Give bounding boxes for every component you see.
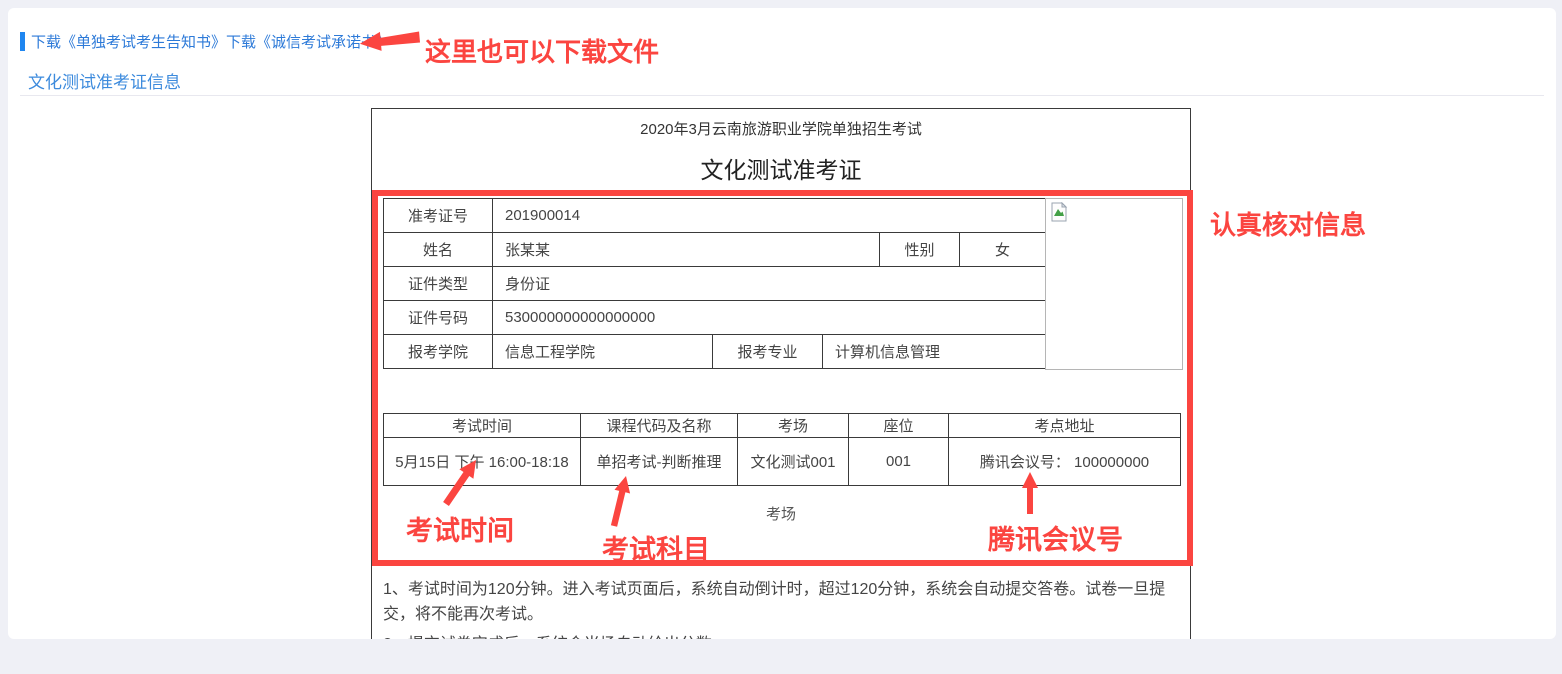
exam-time-annotation: 考试时间 [406, 509, 514, 548]
table-row: 准考证号 201900014 [384, 199, 1046, 233]
broken-image-icon [1049, 202, 1069, 222]
site-value: 腾讯会议号： 100000000 [949, 438, 1181, 486]
verify-info-annotation: 认真核对信息 [1210, 205, 1366, 242]
major-value: 计算机信息管理 [823, 335, 1046, 369]
room-value: 文化测试001 [738, 438, 849, 486]
college-label: 报考学院 [384, 335, 493, 369]
ticket-title: 文化测试准考证 [372, 151, 1190, 185]
name-label: 姓名 [384, 233, 493, 267]
up-arrow-icon [1018, 470, 1042, 521]
id-type-value: 身份证 [493, 267, 1046, 301]
candidate-info-table: 准考证号 201900014 姓名 张某某 性别 女 证件类型 身份证 证件号码… [383, 198, 1046, 369]
name-value: 张某某 [493, 233, 880, 267]
admission-ticket-card: 2020年3月云南旅游职业学院单独招生考试 文化测试准考证 准考证号 20190… [371, 108, 1191, 639]
table-row: 证件类型 身份证 [384, 267, 1046, 301]
course-header: 课程代码及名称 [581, 414, 738, 438]
id-type-label: 证件类型 [384, 267, 493, 301]
seat-header: 座位 [849, 414, 949, 438]
id-no-label: 证件号码 [384, 301, 493, 335]
download-links-bar: 下载《单独考试考生告知书》 下载《诚信考试承诺书》 [20, 30, 391, 52]
up-arrow-icon [604, 472, 636, 535]
candidate-photo [1045, 198, 1183, 370]
download-hint-annotation: 这里也可以下载文件 [425, 32, 659, 69]
site-header: 考点地址 [949, 414, 1181, 438]
note-line: 2、提交试卷完成后，系统会当场自动给出分数 [383, 632, 1175, 639]
id-no-value: 530000000000000000 [493, 301, 1046, 335]
major-label: 报考专业 [713, 335, 823, 369]
exam-schedule-table: 考试时间 课程代码及名称 考场 座位 考点地址 5月15日 下午 16:00-1… [383, 413, 1181, 486]
time-header: 考试时间 [384, 414, 581, 438]
table-row: 姓名 张某某 性别 女 [384, 233, 1046, 267]
section-divider [20, 95, 1544, 96]
admission-no-label: 准考证号 [384, 199, 493, 233]
blue-accent-bar [20, 32, 25, 51]
content-panel: 下载《单独考试考生告知书》 下载《诚信考试承诺书》 文化测试准考证信息 2020… [8, 8, 1556, 639]
tencent-meeting-annotation: 腾讯会议号 [988, 518, 1123, 557]
college-value: 信息工程学院 [493, 335, 713, 369]
gender-label: 性别 [880, 233, 960, 267]
download-notice-link[interactable]: 下载《单独考试考生告知书》 [31, 31, 226, 52]
note-line: 1、考试时间为120分钟。进入考试页面后，系统自动倒计时，超过120分钟，系统会… [383, 577, 1175, 627]
table-row: 5月15日 下午 16:00-18:18 单招考试-判断推理 文化测试001 0… [384, 438, 1181, 486]
seat-value: 001 [849, 438, 949, 486]
table-row: 报考学院 信息工程学院 报考专业 计算机信息管理 [384, 335, 1046, 369]
admission-no-value: 201900014 [493, 199, 1046, 233]
table-row: 考试时间 课程代码及名称 考场 座位 考点地址 [384, 414, 1181, 438]
up-arrow-icon [438, 454, 488, 515]
left-arrow-icon [359, 27, 423, 59]
exam-subject-annotation: 考试科目 [602, 528, 710, 567]
table-row: 证件号码 530000000000000000 [384, 301, 1046, 335]
page-title: 文化测试准考证信息 [28, 68, 181, 93]
gender-value: 女 [960, 233, 1046, 267]
exam-session-heading: 2020年3月云南旅游职业学院单独招生考试 [372, 118, 1190, 139]
room-header: 考场 [738, 414, 849, 438]
exam-notes: 1、考试时间为120分钟。进入考试页面后，系统自动倒计时，超过120分钟，系统会… [383, 577, 1175, 639]
